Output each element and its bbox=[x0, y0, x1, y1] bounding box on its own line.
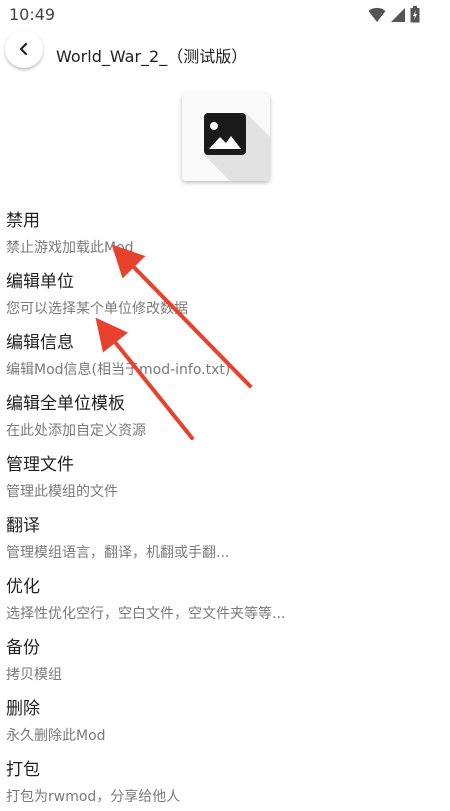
page-title: World_War_2_（测试版） bbox=[56, 47, 248, 66]
menu-item-label: 编辑信息 bbox=[6, 333, 74, 353]
signal-icon bbox=[391, 7, 405, 22]
back-arrow-icon bbox=[19, 42, 28, 56]
mod-menu-list: 禁用 禁止游戏加载此Mod 编辑单位 您可以选择某个单位修改数据 编辑信息 编辑… bbox=[0, 201, 450, 811]
menu-item-label: 备份 bbox=[6, 638, 40, 658]
menu-item-description: 拷贝模组 bbox=[6, 667, 62, 683]
menu-item-backup[interactable]: 备份 拷贝模组 bbox=[0, 628, 450, 689]
menu-item-disable[interactable]: 禁用 禁止游戏加载此Mod bbox=[0, 201, 450, 262]
menu-item-description: 选择性优化空行，空白文件，空文件夹等等... bbox=[6, 606, 286, 622]
menu-item-description: 管理此模组的文件 bbox=[6, 484, 118, 500]
menu-item-label: 编辑单位 bbox=[6, 272, 74, 292]
menu-item-edit-all-units-template[interactable]: 编辑全单位模板 在此处添加自定义资源 bbox=[0, 384, 450, 445]
menu-item-label: 编辑全单位模板 bbox=[6, 394, 125, 414]
menu-item-package[interactable]: 打包 打包为rwmod，分享给他人 bbox=[0, 750, 450, 811]
menu-item-description: 您可以选择某个单位修改数据 bbox=[6, 301, 188, 317]
image-placeholder-icon bbox=[204, 113, 270, 181]
menu-item-description: 编辑Mod信息(相当于mod-info.txt) bbox=[6, 362, 231, 378]
menu-item-label: 翻译 bbox=[6, 516, 40, 536]
status-time: 10:49 bbox=[9, 5, 56, 24]
menu-item-edit-info[interactable]: 编辑信息 编辑Mod信息(相当于mod-info.txt) bbox=[0, 323, 450, 384]
menu-item-description: 管理模组语言，翻译，机翻或手翻... bbox=[6, 545, 230, 561]
back-button[interactable] bbox=[5, 30, 43, 68]
menu-item-description: 在此处添加自定义资源 bbox=[6, 423, 146, 439]
menu-item-edit-unit[interactable]: 编辑单位 您可以选择某个单位修改数据 bbox=[0, 262, 450, 323]
menu-item-label: 优化 bbox=[6, 577, 40, 597]
status-icons bbox=[368, 6, 420, 23]
menu-item-label: 禁用 bbox=[6, 211, 40, 231]
menu-item-delete[interactable]: 删除 永久删除此Mod bbox=[0, 689, 450, 750]
menu-item-label: 打包 bbox=[6, 760, 40, 780]
battery-icon bbox=[410, 6, 420, 23]
status-bar: 10:49 bbox=[0, 0, 450, 30]
menu-item-optimize[interactable]: 优化 选择性优化空行，空白文件，空文件夹等等... bbox=[0, 567, 450, 628]
menu-item-label: 删除 bbox=[6, 699, 40, 719]
menu-item-label: 管理文件 bbox=[6, 455, 74, 475]
wifi-icon bbox=[368, 7, 386, 22]
menu-item-description: 打包为rwmod，分享给他人 bbox=[6, 789, 181, 805]
app-bar: World_War_2_（测试版） bbox=[0, 30, 450, 76]
menu-item-description: 永久删除此Mod bbox=[6, 728, 106, 744]
mod-icon[interactable] bbox=[182, 93, 270, 181]
menu-item-translate[interactable]: 翻译 管理模组语言，翻译，机翻或手翻... bbox=[0, 506, 450, 567]
menu-item-description: 禁止游戏加载此Mod bbox=[6, 240, 134, 256]
menu-item-manage-files[interactable]: 管理文件 管理此模组的文件 bbox=[0, 445, 450, 506]
